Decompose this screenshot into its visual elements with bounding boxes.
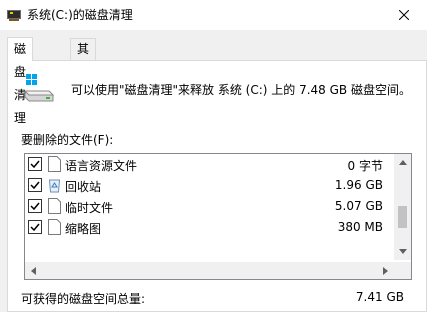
checkbox[interactable]	[28, 157, 42, 171]
checkmark-icon	[30, 181, 40, 190]
checkbox[interactable]	[28, 178, 42, 192]
chevron-right-icon	[383, 266, 388, 275]
file-name: 临时文件	[65, 201, 114, 215]
chevron-down-icon	[398, 249, 407, 254]
recycle-bin-icon	[48, 179, 61, 193]
checkbox[interactable]	[28, 220, 42, 234]
file-size: 380 MB	[337, 220, 383, 234]
scroll-up-button[interactable]	[394, 154, 411, 171]
chevron-up-icon	[398, 160, 407, 165]
drive-icon	[24, 74, 54, 102]
horizontal-scrollbar[interactable]	[25, 262, 411, 279]
list-item[interactable]: 回收站 1.96 GB	[25, 175, 391, 196]
summary-text: 可以使用"磁盘清理"来释放 系统 (C:) 上的 7.48 GB 磁盘空间。	[71, 83, 411, 97]
file-name: 语言资源文件	[65, 159, 138, 173]
disk-cleanup-panel: 可以使用"磁盘清理"来释放 系统 (C:) 上的 7.48 GB 磁盘空间。 要…	[7, 60, 427, 312]
total-space-value: 7.41 GB	[355, 290, 404, 304]
list-item[interactable]: 临时文件 5.07 GB	[25, 196, 391, 217]
list-item[interactable]: 语言资源文件 0 字节	[25, 154, 391, 175]
file-size: 1.96 GB	[334, 178, 383, 192]
title-bar: 系统(C:)的磁盘清理	[0, 0, 427, 30]
file-list[interactable]: 语言资源文件 0 字节 回收站 1.96 GB 临时文件 5.07 GB 缩略图…	[24, 153, 412, 280]
vertical-scroll-thumb[interactable]	[398, 206, 407, 228]
tab-more-options[interactable]: 其他选项	[70, 38, 97, 119]
file-icon	[48, 198, 61, 214]
close-button[interactable]	[381, 0, 427, 30]
vertical-scrollbar[interactable]	[394, 154, 411, 260]
tab-disk-cleanup[interactable]: 磁盘清理	[7, 37, 34, 125]
close-icon	[399, 10, 409, 20]
scroll-down-button[interactable]	[394, 243, 411, 260]
files-to-delete-label: 要删除的文件(F):	[21, 133, 114, 147]
window-title: 系统(C:)的磁盘清理	[27, 8, 133, 22]
checkmark-icon	[30, 202, 40, 211]
file-icon	[48, 156, 61, 172]
checkmark-icon	[30, 160, 40, 169]
disk-cleanup-app-icon	[7, 10, 21, 21]
file-name: 回收站	[65, 180, 102, 194]
total-space-label: 可获得的磁盘空间总量:	[21, 292, 146, 306]
file-size: 5.07 GB	[334, 199, 383, 213]
checkbox[interactable]	[28, 199, 42, 213]
scroll-right-button[interactable]	[377, 262, 394, 279]
file-name: 缩略图	[65, 222, 102, 236]
chevron-left-icon	[31, 266, 36, 275]
file-icon	[48, 219, 61, 235]
scroll-left-button[interactable]	[25, 262, 42, 279]
checkmark-icon	[30, 223, 40, 232]
file-size: 0 字节	[347, 159, 383, 173]
scrollbar-corner	[394, 262, 411, 279]
list-item[interactable]: 缩略图 380 MB	[25, 217, 391, 238]
